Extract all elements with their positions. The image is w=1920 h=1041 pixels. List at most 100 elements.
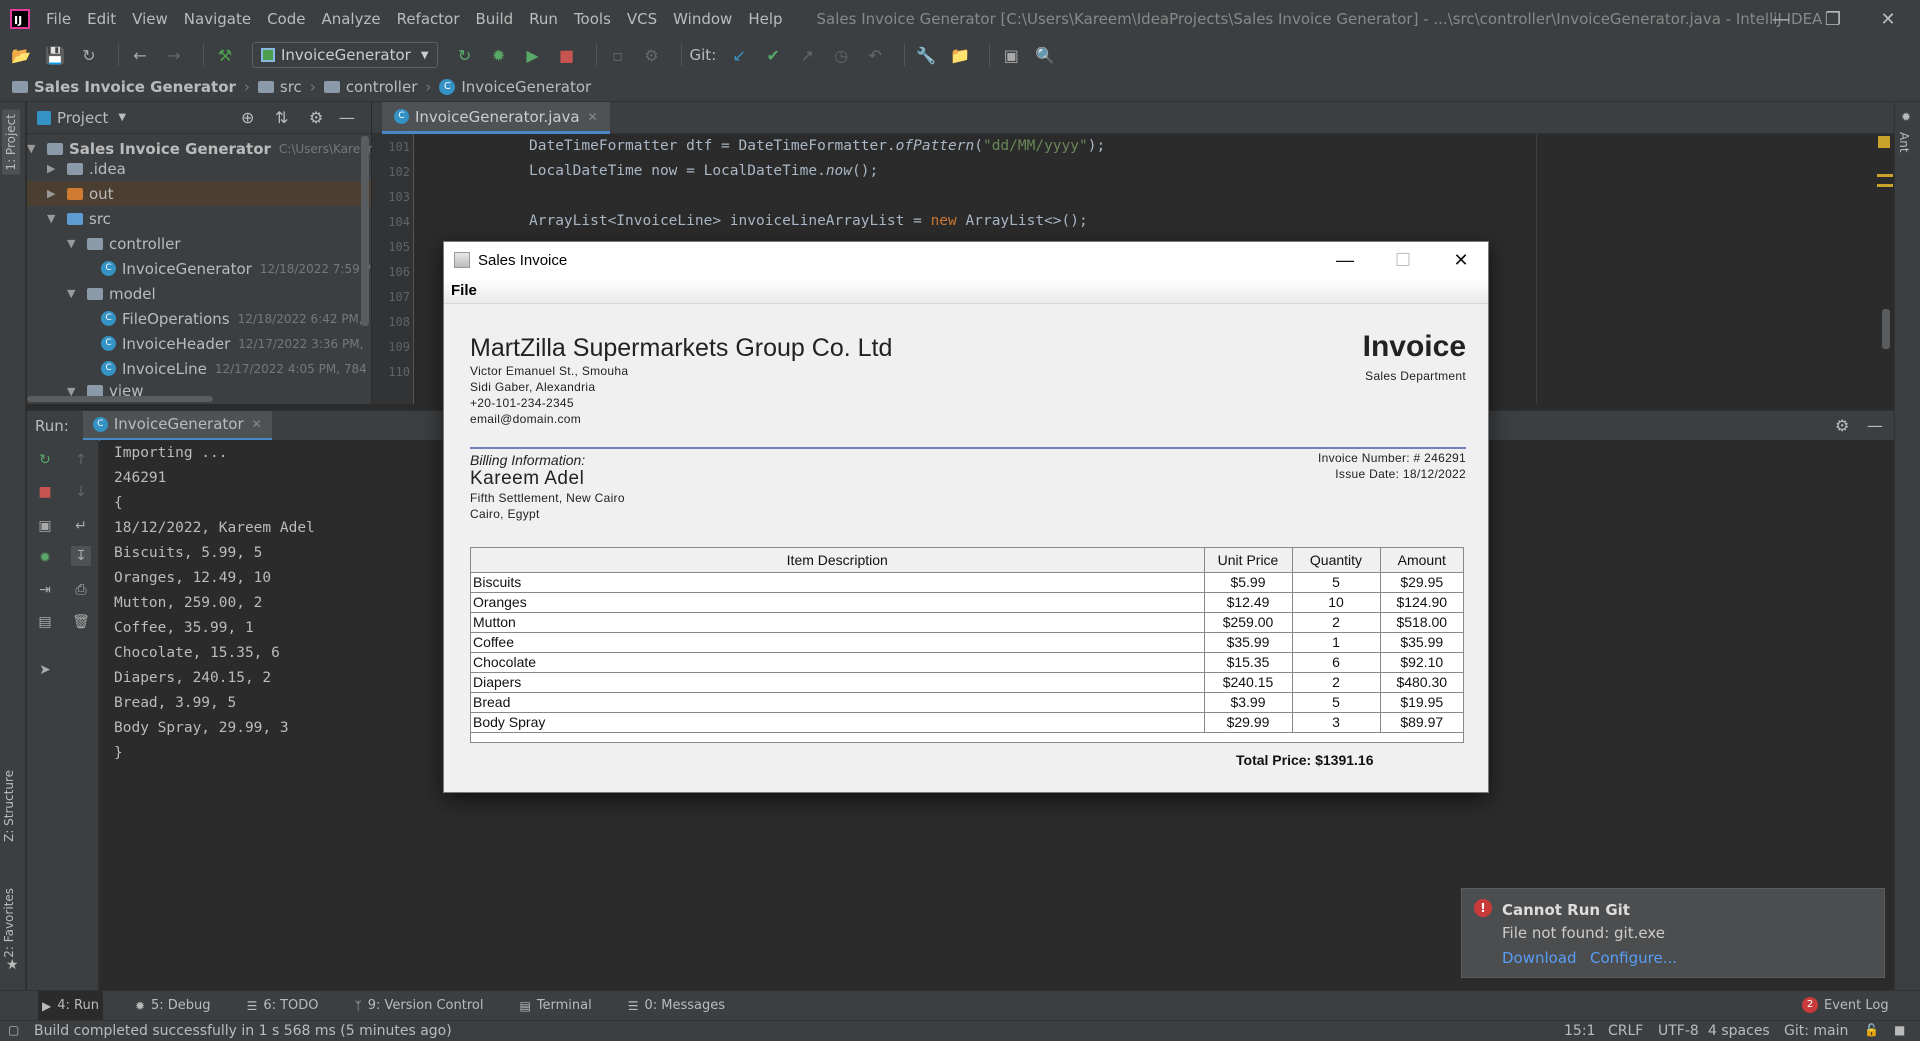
arrow-down-icon[interactable]: ↓ <box>71 482 91 502</box>
git-branch[interactable]: Git: main <box>1784 1023 1848 1039</box>
menu-edit[interactable]: Edit <box>87 10 116 28</box>
status-panel-icon[interactable]: ▢ <box>8 1023 19 1037</box>
back-icon[interactable]: ← <box>127 42 153 68</box>
tool-window-version-control[interactable]: ᛉ 9: Version Control <box>351 991 488 1021</box>
configure-link[interactable]: Configure... <box>1590 949 1677 967</box>
open-folder-icon[interactable]: 📂 <box>8 42 34 68</box>
git-push-icon[interactable]: ↗ <box>794 42 820 68</box>
expand-arrow-icon[interactable]: ▼ <box>27 142 41 155</box>
table-row[interactable]: Diapers $240.15 2 $480.30 <box>471 672 1463 693</box>
expand-arrow-icon[interactable]: ▼ <box>47 212 61 225</box>
minimize-icon[interactable]: — <box>1316 242 1374 278</box>
event-log-button[interactable]: 2 Event Log <box>1802 997 1889 1013</box>
expand-arrow-icon[interactable]: ▼ <box>67 287 81 300</box>
vertical-scrollbar[interactable] <box>361 136 369 326</box>
exit-icon[interactable]: ⇥ <box>35 580 55 600</box>
menu-code[interactable]: Code <box>267 10 305 28</box>
file-encoding[interactable]: UTF-8 <box>1658 1023 1699 1039</box>
column-header-quantity[interactable]: Quantity <box>1292 548 1381 573</box>
table-row[interactable]: Oranges $12.49 10 $124.90 <box>471 592 1463 613</box>
ant-icon[interactable]: ✹ <box>1901 110 1911 124</box>
print-icon[interactable]: ⎙ <box>71 580 91 600</box>
gear-icon[interactable]: ⚙ <box>1835 416 1849 435</box>
git-update-icon[interactable]: ↙ <box>726 42 752 68</box>
tree-item-controller[interactable]: ▼ controller <box>67 231 181 256</box>
table-row[interactable]: Mutton $259.00 2 $518.00 <box>471 612 1463 633</box>
maximize-icon[interactable]: ☐ <box>1374 242 1432 278</box>
settings-wrench-icon[interactable]: 🔧 <box>913 42 939 68</box>
build-hammer-icon[interactable]: ⚒ <box>212 42 238 68</box>
search-icon[interactable]: 🔍 <box>1032 42 1058 68</box>
menu-navigate[interactable]: Navigate <box>184 10 251 28</box>
run-with-coverage-icon[interactable]: ▶ <box>520 42 546 68</box>
close-tab-icon[interactable]: ✕ <box>588 110 598 124</box>
indent-setting[interactable]: 4 spaces <box>1708 1023 1770 1039</box>
locate-icon[interactable]: ⊕ <box>241 108 254 127</box>
minimize-icon[interactable]: — <box>1753 0 1809 38</box>
save-icon[interactable]: 💾 <box>42 42 68 68</box>
table-row[interactable]: Biscuits $5.99 5 $29.95 <box>471 572 1463 593</box>
dialog-title-bar[interactable]: Sales Invoice — ☐ ✕ <box>444 242 1488 278</box>
breadcrumb-project[interactable]: Sales Invoice Generator <box>12 78 236 96</box>
favorites-tool-tab[interactable]: 2: Favorites <box>2 888 16 958</box>
rerun-icon[interactable]: ↻ <box>452 42 478 68</box>
menu-file[interactable]: File <box>46 10 71 28</box>
error-stripe-mark[interactable] <box>1877 184 1893 187</box>
tool-window-run[interactable]: ▶ 4: Run <box>38 990 103 1021</box>
dialog-menu-file[interactable]: File <box>451 282 477 299</box>
editor-tab-invoicegenerator[interactable]: C InvoiceGenerator.java ✕ <box>382 102 610 134</box>
tree-item-out[interactable]: ▶ out <box>27 181 371 206</box>
presentation-icon[interactable]: ▣ <box>998 42 1024 68</box>
forward-icon[interactable]: → <box>161 42 187 68</box>
pin-icon[interactable]: ➤ <box>35 660 55 680</box>
run-configuration-dropdown[interactable]: InvoiceGenerator ▼ <box>252 42 438 68</box>
table-row[interactable]: Coffee $35.99 1 $35.99 <box>471 632 1463 653</box>
tool-window-debug[interactable]: ✹ 5: Debug <box>131 991 215 1021</box>
tree-item-src[interactable]: ▼ src <box>47 206 111 231</box>
tree-item-idea[interactable]: ▶ .idea <box>47 156 126 181</box>
project-panel-title[interactable]: Project <box>57 109 108 127</box>
caret-position[interactable]: 15:1 <box>1564 1023 1595 1039</box>
arrow-up-icon[interactable]: ↑ <box>71 450 91 470</box>
soft-wrap-icon[interactable]: ↵ <box>71 516 91 536</box>
tool-window-messages[interactable]: ☰ 0: Messages <box>624 991 729 1021</box>
error-stripe-mark[interactable] <box>1877 174 1893 177</box>
close-tab-icon[interactable]: ✕ <box>252 417 262 431</box>
column-header-description[interactable]: Item Description <box>471 548 1205 573</box>
menu-help[interactable]: Help <box>748 10 782 28</box>
intellij-logo-icon[interactable]: IJ <box>10 9 30 29</box>
debug-bug-icon[interactable]: ✹ <box>35 548 55 568</box>
tool-window-terminal[interactable]: ▤ Terminal <box>515 991 595 1021</box>
warning-marker-icon[interactable] <box>1878 136 1890 148</box>
sync-icon[interactable]: ↻ <box>76 42 102 68</box>
tree-item-invoicegenerator[interactable]: C InvoiceGenerator 12/18/2022 7:59 P <box>101 256 371 281</box>
tree-item-invoiceheader[interactable]: C InvoiceHeader 12/17/2022 3:36 PM, <box>101 331 363 356</box>
rerun-icon[interactable]: ↻ <box>35 450 55 470</box>
chevron-down-icon[interactable]: ▼ <box>118 112 126 123</box>
close-icon[interactable]: ✕ <box>1860 0 1916 38</box>
tree-item-model[interactable]: ▼ model <box>67 281 156 306</box>
hide-panel-icon[interactable]: — <box>1867 416 1883 435</box>
scroll-to-end-icon[interactable]: ↧ <box>71 546 91 566</box>
collapsed-arrow-icon[interactable]: ▶ <box>47 187 61 200</box>
table-row[interactable]: Chocolate $15.35 6 $92.10 <box>471 652 1463 673</box>
editor-scrollbar[interactable] <box>1882 309 1890 349</box>
collapse-all-icon[interactable]: ⇅ <box>275 108 288 127</box>
invoice-items-table[interactable]: Item Description Unit Price Quantity Amo… <box>470 547 1464 743</box>
table-row[interactable]: Bread $3.99 5 $19.95 <box>471 692 1463 713</box>
line-separator[interactable]: CRLF <box>1608 1023 1643 1039</box>
project-tool-tab[interactable]: 1: Project <box>2 110 20 175</box>
star-icon[interactable]: ★ <box>6 957 19 973</box>
hide-panel-icon[interactable]: — <box>339 108 355 127</box>
menu-build[interactable]: Build <box>476 10 514 28</box>
structure-tool-tab[interactable]: Z: Structure <box>2 770 16 842</box>
menu-view[interactable]: View <box>132 10 168 28</box>
breadcrumb-controller[interactable]: controller <box>323 78 417 96</box>
menu-window[interactable]: Window <box>673 10 732 28</box>
attach-icon[interactable]: ⚙ <box>639 42 665 68</box>
restore-icon[interactable]: ❐ <box>1805 0 1861 38</box>
debug-icon[interactable]: ✹ <box>486 42 512 68</box>
breadcrumb-class[interactable]: C InvoiceGenerator <box>439 78 591 96</box>
column-header-amount[interactable]: Amount <box>1380 548 1463 573</box>
project-structure-icon[interactable]: 📁 <box>947 42 973 68</box>
